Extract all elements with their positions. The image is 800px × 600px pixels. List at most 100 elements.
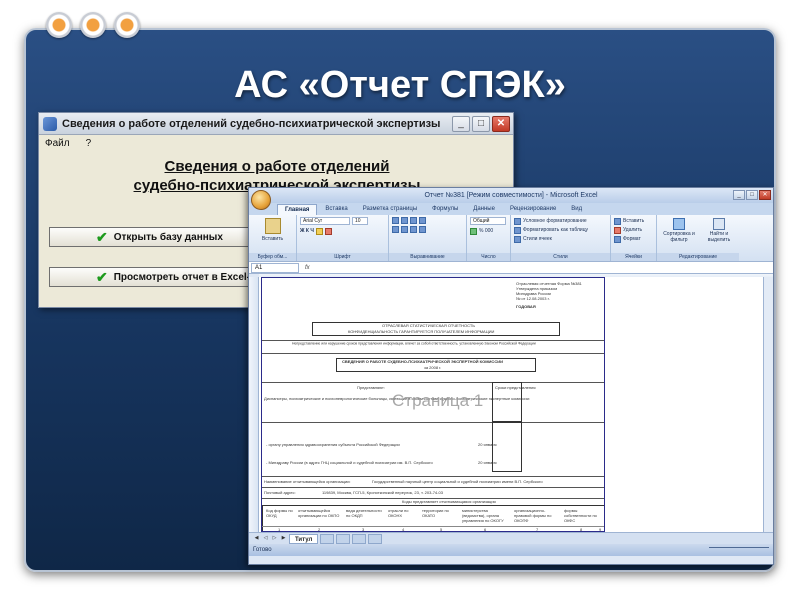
- maximize-button[interactable]: □: [746, 190, 758, 200]
- align-middle-icon[interactable]: [401, 217, 408, 224]
- menu-help[interactable]: ?: [86, 138, 92, 149]
- merge-icon[interactable]: [419, 226, 426, 233]
- vertical-scrollbar[interactable]: [763, 277, 773, 532]
- cells-group-label: Ячейки: [611, 253, 656, 261]
- font-size-combo[interactable]: 10: [352, 217, 368, 225]
- cell-styles-button[interactable]: Стили ячеек: [523, 235, 552, 244]
- currency-icon[interactable]: [470, 228, 477, 235]
- align-top-icon[interactable]: [392, 217, 399, 224]
- font-group: Arial Cyr 10 Ж К Ч Шрифт: [297, 215, 389, 261]
- org-label: Наименование отчитывающейся организации:: [264, 479, 351, 484]
- format-table-button[interactable]: Форматировать как таблицу: [523, 226, 588, 235]
- maximize-button[interactable]: □: [472, 115, 490, 132]
- align-right-icon[interactable]: [410, 226, 417, 233]
- cells-group: Вставить Удалить Формат Ячейки: [611, 215, 657, 261]
- sheet-tab[interactable]: [336, 533, 351, 544]
- divider: [262, 382, 604, 383]
- office-button-icon[interactable]: [251, 190, 271, 210]
- align-bottom-icon[interactable]: [410, 217, 417, 224]
- insert-cells-icon[interactable]: [614, 218, 621, 225]
- alignment-group: Выравнивание: [389, 215, 467, 261]
- page-watermark: Страница 1: [392, 391, 484, 410]
- close-button[interactable]: ✕: [759, 190, 771, 200]
- insert-cells-button[interactable]: Вставить: [623, 217, 644, 226]
- tab-formulas[interactable]: Формулы: [425, 204, 465, 215]
- worksheet[interactable]: Отраслевая отчетная Форма №381 Утвержден…: [249, 277, 773, 532]
- close-button[interactable]: ✕: [492, 115, 510, 132]
- checkmark-icon: ✔: [96, 229, 108, 245]
- conditional-format-button[interactable]: Условное форматирование: [523, 217, 587, 226]
- sheet-tab[interactable]: [352, 533, 367, 544]
- paste-icon[interactable]: [264, 218, 281, 234]
- codes-label: Коды представляет отчитывающаяся организ…: [402, 499, 496, 504]
- heading-line-1: Сведения о работе отделений: [164, 158, 390, 175]
- find-select-button[interactable]: Найти и выделить: [702, 217, 736, 243]
- first-sheet-icon[interactable]: ◀: [253, 535, 260, 542]
- tab-data[interactable]: Данные: [466, 204, 502, 215]
- align-center-icon[interactable]: [401, 226, 408, 233]
- row-headers: [249, 277, 259, 532]
- fx-icon[interactable]: fx: [305, 265, 310, 271]
- fill-color-icon[interactable]: [315, 228, 323, 235]
- last-sheet-icon[interactable]: ▶: [280, 535, 287, 542]
- report-title: СВЕДЕНИЯ О РАБОТЕ СУДЕБНО-ПСИХИАТРИЧЕСКО…: [342, 359, 503, 364]
- font-style-buttons[interactable]: Ж К Ч: [300, 227, 385, 236]
- codes-col-6: министерства (ведомства), органа управле…: [462, 508, 504, 523]
- address-value: 119839, Москва, ГСП-5, Кропоткинский пер…: [322, 490, 443, 495]
- number-format-combo[interactable]: Общий: [470, 217, 506, 225]
- row-text-2: - органу управления здравоохранения субъ…: [266, 442, 400, 447]
- number-group-label: Число: [467, 253, 510, 261]
- font-group-label: Шрифт: [297, 253, 388, 261]
- tab-review[interactable]: Рецензирование: [503, 204, 563, 215]
- cell-styles-icon[interactable]: [514, 236, 521, 243]
- align-left-icon[interactable]: [392, 226, 399, 233]
- codes-col-4: отрасли по ОКОНХ: [388, 508, 409, 518]
- zoom-slider[interactable]: [709, 547, 769, 552]
- dialog-titlebar[interactable]: Сведения о работе отделений судебно-псих…: [39, 113, 513, 135]
- delete-cells-button[interactable]: Удалить: [623, 226, 642, 235]
- excel-window: Отчет №381 [Режим совместимости] - Micro…: [248, 187, 774, 565]
- dialog-title: Сведения о работе отделений судебно-псих…: [62, 117, 441, 130]
- ribbon: Вставить Буфер обм... Arial Cyr 10 Ж К Ч…: [249, 215, 773, 262]
- tab-insert[interactable]: Вставка: [318, 204, 354, 215]
- open-database-label: Открыть базу данных: [113, 231, 223, 243]
- sheet-tab[interactable]: [320, 533, 335, 544]
- tab-home[interactable]: Главная: [277, 204, 318, 215]
- stat-box-line-2: КОНФИДЕНЦИАЛЬНОСТЬ ГАРАНТИРУЕТСЯ ПОЛУЧАТ…: [348, 329, 495, 334]
- styles-group: Условное форматирование Форматировать ка…: [511, 215, 611, 261]
- font-name-combo[interactable]: Arial Cyr: [300, 217, 350, 225]
- conditional-format-icon[interactable]: [514, 218, 521, 225]
- prev-sheet-icon[interactable]: ◁: [262, 535, 269, 542]
- tab-view[interactable]: Вид: [564, 204, 589, 215]
- divider: [262, 526, 604, 527]
- org-value: Государственный научный центр социальной…: [372, 479, 543, 484]
- sort-filter-button[interactable]: Сортировка и фильтр: [660, 217, 698, 243]
- codes-col-3: вида деятельности по ОКДП: [346, 508, 382, 518]
- find-icon: [713, 218, 725, 230]
- divider: [262, 476, 604, 477]
- wrap-text-icon[interactable]: [419, 217, 426, 224]
- excel-title: Отчет №381 [Режим совместимости] - Micro…: [424, 192, 598, 199]
- excel-titlebar[interactable]: Отчет №381 [Режим совместимости] - Micro…: [249, 188, 773, 210]
- status-bar: Готово: [249, 544, 773, 556]
- next-sheet-icon[interactable]: ▷: [271, 535, 278, 542]
- sheet-tab[interactable]: [368, 533, 383, 544]
- delete-cells-icon[interactable]: [614, 227, 621, 234]
- format-cells-button[interactable]: Формат: [623, 235, 641, 244]
- codes-col-7: организационно-правовой формы по ОКОПФ: [514, 508, 552, 523]
- formula-bar: A1 fx: [249, 262, 773, 274]
- minimize-button[interactable]: _: [733, 190, 745, 200]
- row-text-3: - Минздраву России (в адрес ГНЦ социальн…: [266, 460, 433, 465]
- sheet-tab-title[interactable]: Титул: [289, 533, 319, 544]
- minimize-button[interactable]: _: [452, 115, 470, 132]
- tab-page-layout[interactable]: Разметка страницы: [356, 204, 424, 215]
- address-label: Почтовый адрес:: [264, 490, 296, 495]
- font-color-icon[interactable]: [324, 228, 332, 235]
- format-table-icon[interactable]: [514, 227, 521, 234]
- menu-file[interactable]: Файл: [45, 138, 70, 149]
- styles-group-label: Стили: [511, 253, 610, 261]
- app-icon: [43, 116, 57, 131]
- format-cells-icon[interactable]: [614, 236, 621, 243]
- paste-button[interactable]: Вставить: [252, 235, 293, 244]
- name-box[interactable]: A1: [251, 262, 299, 273]
